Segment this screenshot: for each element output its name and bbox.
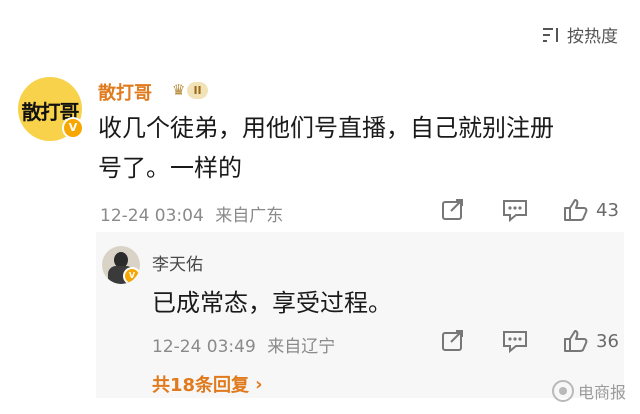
avatar[interactable]: 散打哥 V [18,77,84,141]
comment-time: 12-24 03:04 [100,206,204,226]
sort-label: 按热度 [567,27,618,47]
like-count: 43 [596,200,619,221]
comment-text: 收几个徒弟，用他们号直播，自己就别注册 号了。一样的 [98,108,618,188]
reply-avatar[interactable]: V [102,246,140,284]
rank-level: II [187,81,208,99]
comment-author[interactable]: 散打哥 [98,79,152,105]
reply-actions: 36 [440,329,626,355]
crown-icon: ♛ [172,81,186,99]
share-icon[interactable] [440,329,466,358]
rank-badge: ♛ II [172,81,208,99]
comment-actions: 43 [440,198,626,224]
comment-location: 来自广东 [215,206,284,226]
comment-icon[interactable] [501,329,529,358]
comment-text-line-1: 收几个徒弟，用他们号直播，自己就别注册 [98,114,554,142]
like-count: 36 [596,331,619,352]
reply-text: 已成常态，享受过程。 [152,289,392,317]
comment-icon[interactable] [501,198,529,227]
comment-meta: 12-24 03:04 来自广东 [100,201,283,226]
share-icon[interactable] [440,198,466,227]
verified-badge-icon: V [123,267,140,284]
replies-total: 共18条回复 [152,375,250,396]
watermark-logo-icon [551,380,574,402]
verified-badge-icon: V [62,117,84,139]
like-icon[interactable] [562,198,588,227]
reply-time: 12-24 03:49 [152,337,256,357]
reply-author[interactable]: 李天佑 [152,250,203,275]
sort-icon [543,27,558,42]
reply-location: 来自辽宁 [267,337,336,357]
view-all-replies-link[interactable]: 共18条回复 › [152,371,262,397]
chevron-right-icon: › [255,373,263,395]
comment-text-line-2: 号了。一样的 [98,154,242,182]
sort-by-heat-button[interactable]: 按热度 [541,22,618,47]
watermark-text: 电商报 [577,383,626,402]
like-icon[interactable] [562,329,588,358]
reply-meta: 12-24 03:49 来自辽宁 [152,332,335,357]
watermark: 电商报 [551,379,626,403]
